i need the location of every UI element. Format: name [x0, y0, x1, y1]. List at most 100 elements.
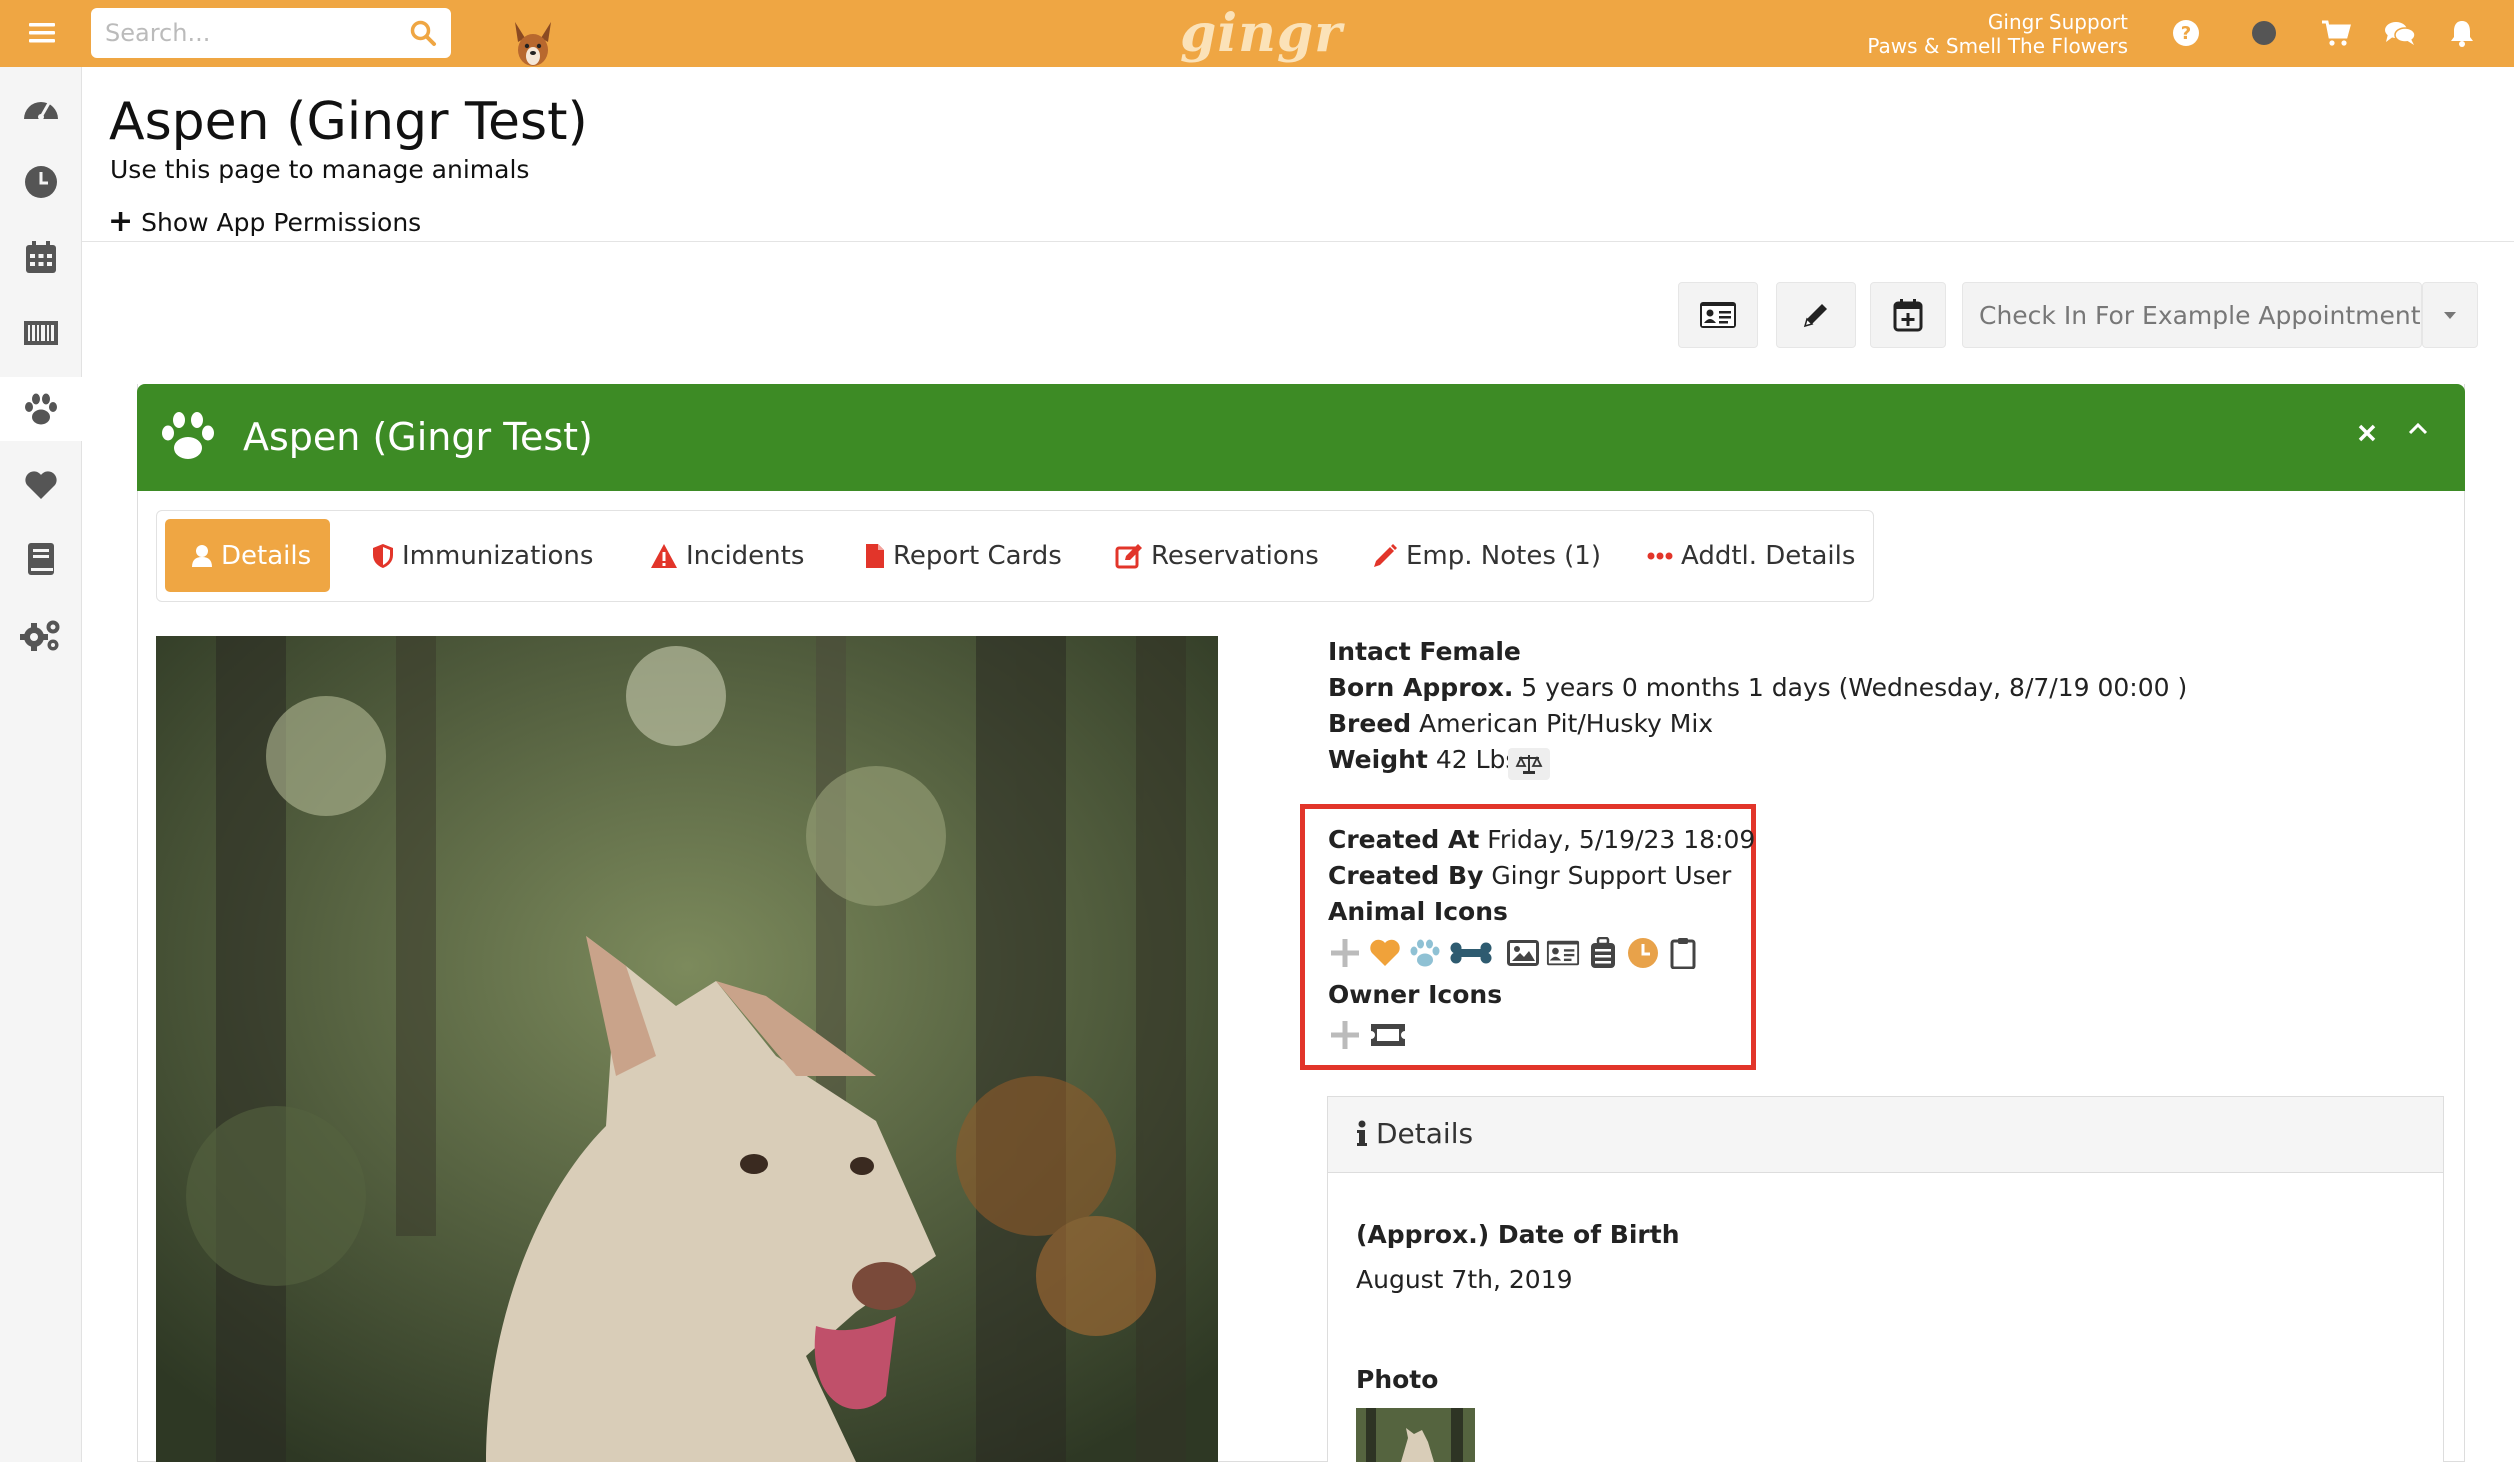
file-icon — [865, 543, 885, 569]
plus-icon: + — [108, 204, 134, 239]
pencil-icon — [1372, 543, 1398, 569]
tab-immunizations-label: Immunizations — [402, 540, 594, 571]
tab-emp-notes-label: Emp. Notes (1) — [1406, 540, 1601, 571]
warning-icon — [650, 543, 678, 569]
created-by-row: Created By Gingr Support User — [1328, 858, 1731, 894]
gingr-logo[interactable]: gingr — [1180, 3, 1343, 64]
tab-reservations-label: Reservations — [1151, 540, 1319, 571]
owner-icons-row — [1328, 1018, 1408, 1052]
weight-history-button[interactable] — [1508, 748, 1550, 780]
tab-reservations[interactable]: Reservations — [1105, 519, 1329, 592]
suitcase-icon — [1591, 937, 1615, 968]
svg-text:?: ? — [2181, 23, 2191, 44]
panel-close-button[interactable] — [2358, 415, 2376, 450]
top-bar: gingr Gingr Support Paws & Smell The Flo… — [0, 0, 2514, 67]
search-icon[interactable] — [409, 19, 437, 47]
comments-icon — [2385, 22, 2416, 45]
created-at-row: Created At Friday, 5/19/23 18:09 — [1328, 822, 1755, 858]
help-button[interactable]: ? — [2168, 15, 2204, 51]
animal-icon-paw[interactable] — [1408, 936, 1442, 970]
animal-sex: Intact Female — [1328, 637, 1521, 666]
tab-incidents-label: Incidents — [686, 540, 805, 571]
clipboard-icon — [1670, 938, 1696, 969]
search-input[interactable] — [91, 8, 451, 58]
heart-icon — [25, 471, 57, 499]
animal-icon-clipboard[interactable] — [1666, 936, 1700, 970]
owner-icon-ticket[interactable] — [1368, 1018, 1408, 1052]
pencil-icon — [1803, 304, 1827, 328]
tab-incidents[interactable]: Incidents — [640, 519, 814, 592]
search-box — [91, 8, 451, 58]
tab-immunizations[interactable]: Immunizations — [362, 519, 603, 592]
dashboard-icon — [23, 101, 58, 120]
born-label: Born Approx. — [1328, 673, 1514, 702]
sidebar-item-animals[interactable] — [0, 377, 82, 441]
animal-icon-suitcase[interactable] — [1586, 936, 1620, 970]
born-row: Born Approx. 5 years 0 months 1 days (We… — [1328, 670, 2187, 706]
ticket-icon — [1371, 1024, 1405, 1046]
check-in-button[interactable]: Check In For Example Appointment — [1962, 282, 2422, 348]
hamburger-icon — [28, 22, 55, 42]
status-dot-icon — [2252, 21, 2276, 45]
tab-addtl-details[interactable]: Addtl. Details — [1637, 519, 1865, 592]
calendar-icon — [26, 241, 56, 273]
sidebar-item-reports[interactable] — [0, 527, 82, 591]
hamburger-menu-button[interactable] — [18, 10, 65, 55]
tab-emp-notes[interactable]: Emp. Notes (1) — [1362, 519, 1611, 592]
sidebar-item-dashboard[interactable] — [0, 75, 82, 139]
user-icon — [191, 544, 213, 568]
breed-value: American Pit/Husky Mix — [1419, 709, 1714, 738]
clock-icon — [25, 166, 57, 198]
tab-details[interactable]: Details — [165, 519, 330, 592]
sidebar-item-calendar[interactable] — [0, 225, 82, 289]
sidebar-item-settings[interactable] — [0, 603, 82, 667]
weight-row: Weight 42 Lbs — [1328, 742, 1518, 778]
plus-icon — [1331, 1021, 1359, 1049]
created-by-label: Created By — [1328, 861, 1484, 890]
header-divider — [82, 241, 2514, 242]
animal-photo — [156, 636, 1218, 1462]
details-card-title: Details — [1356, 1117, 1473, 1150]
weight-value: 42 Lbs — [1435, 745, 1519, 774]
notifications-button[interactable] — [2444, 15, 2480, 51]
bell-icon — [2451, 21, 2473, 47]
help-icon: ? — [2173, 20, 2199, 46]
animal-icon-image[interactable] — [1506, 936, 1540, 970]
add-owner-icon-button[interactable] — [1328, 1018, 1362, 1052]
id-card-icon — [1700, 302, 1736, 328]
id-card-button[interactable] — [1678, 282, 1758, 348]
heart-icon — [1370, 939, 1400, 966]
animal-icon-bone[interactable] — [1448, 936, 1494, 970]
messages-button[interactable] — [2382, 15, 2418, 51]
chevron-up-icon[interactable] — [2403, 414, 2433, 444]
check-in-dropdown-button[interactable] — [2422, 282, 2478, 348]
animal-icon-clock[interactable] — [1626, 936, 1660, 970]
photo-thumbnail[interactable] — [1356, 1408, 1475, 1462]
breed-row: Breed American Pit/Husky Mix — [1328, 706, 1713, 742]
user-account-block[interactable]: Gingr Support Paws & Smell The Flowers — [1867, 10, 2128, 58]
status-button[interactable] — [2246, 15, 2282, 51]
show-app-permissions-label: Show App Permissions — [141, 207, 422, 237]
cart-icon — [2322, 20, 2351, 46]
dob-value: August 7th, 2019 — [1356, 1265, 1573, 1294]
sidebar-item-favorites[interactable] — [0, 453, 82, 517]
add-reservation-button[interactable] — [1870, 282, 1946, 348]
sidebar-item-pos[interactable] — [0, 301, 82, 365]
tab-addtl-details-label: Addtl. Details — [1681, 540, 1856, 571]
cart-button[interactable] — [2318, 15, 2354, 51]
ellipsis-icon — [1647, 551, 1673, 561]
details-card-title-text: Details — [1376, 1117, 1474, 1150]
animal-icon-heart[interactable] — [1368, 936, 1402, 970]
animal-icon-id-card[interactable] — [1546, 936, 1580, 970]
dog-mascot-icon — [515, 22, 551, 66]
show-app-permissions-toggle[interactable]: + Show App Permissions — [108, 207, 421, 237]
animal-icons-label: Animal Icons — [1328, 897, 1508, 926]
tab-report-cards[interactable]: Report Cards — [855, 519, 1072, 592]
gears-icon — [20, 620, 60, 651]
sidebar-item-timeclock[interactable] — [0, 150, 82, 214]
add-icon-button[interactable] — [1328, 936, 1362, 970]
user-name: Gingr Support — [1987, 10, 2128, 34]
dog-photo-image — [156, 636, 1218, 1462]
edit-animal-button[interactable] — [1776, 282, 1856, 348]
plus-icon — [1331, 939, 1359, 967]
